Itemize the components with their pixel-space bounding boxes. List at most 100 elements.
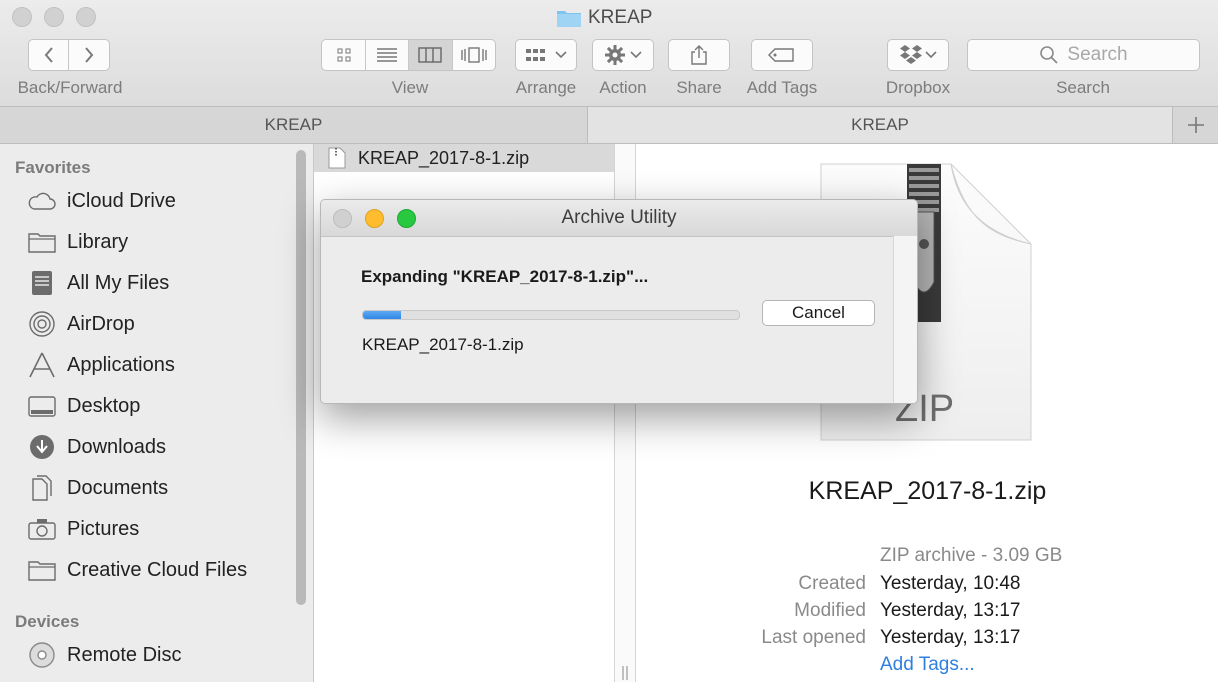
back-forward-control bbox=[28, 39, 110, 71]
list-view-button[interactable] bbox=[366, 40, 409, 70]
add-tags-link[interactable]: Add Tags... bbox=[880, 654, 975, 676]
sidebar-item-label: Creative Cloud Files bbox=[67, 558, 248, 581]
sidebar: Favorites iCloud Drive Library All My Fi… bbox=[0, 144, 314, 682]
icon-grid-icon bbox=[337, 48, 351, 62]
zoom-window-button[interactable] bbox=[76, 7, 96, 27]
column-view-button[interactable] bbox=[408, 40, 453, 70]
new-tab-button[interactable] bbox=[1173, 107, 1218, 143]
expand-progress-bar bbox=[362, 310, 740, 320]
dropbox-label: Dropbox bbox=[885, 78, 951, 97]
dialog-message: Expanding "KREAP_2017-8-1.zip"... bbox=[361, 267, 649, 286]
sidebar-item-icloud-drive[interactable]: iCloud Drive bbox=[26, 183, 176, 219]
files-icon bbox=[26, 269, 58, 297]
close-window-button[interactable] bbox=[12, 7, 32, 27]
sidebar-item-pictures[interactable]: Pictures bbox=[26, 511, 139, 547]
minimize-window-button[interactable] bbox=[44, 7, 64, 27]
folder-icon bbox=[26, 228, 58, 256]
sidebar-item-label: iCloud Drive bbox=[67, 189, 176, 212]
sidebar-item-library[interactable]: Library bbox=[26, 224, 128, 260]
sidebar-item-all-my-files[interactable]: All My Files bbox=[26, 265, 169, 301]
chevron-right-icon bbox=[85, 47, 94, 63]
columns-icon bbox=[418, 47, 442, 63]
cancel-button[interactable]: Cancel bbox=[762, 300, 875, 326]
sidebar-scrollbar[interactable] bbox=[296, 150, 306, 605]
chevron-down-icon bbox=[630, 51, 642, 59]
sidebar-item-desktop[interactable]: Desktop bbox=[26, 388, 140, 424]
dialog-titlebar: Archive Utility bbox=[321, 200, 917, 237]
sidebar-item-creative-cloud-files[interactable]: Creative Cloud Files bbox=[26, 552, 247, 588]
forward-button[interactable] bbox=[69, 40, 109, 70]
applications-icon bbox=[26, 351, 58, 379]
resize-handle-icon bbox=[622, 666, 628, 680]
sidebar-item-label: Documents bbox=[67, 476, 169, 499]
tab-label: KREAP bbox=[851, 115, 909, 134]
sidebar-item-label: Library bbox=[67, 230, 129, 253]
arrange-label: Arrange bbox=[515, 78, 577, 97]
add-tags-button[interactable] bbox=[751, 39, 813, 71]
add-tags-label: Add Tags bbox=[746, 78, 818, 97]
sidebar-item-airdrop[interactable]: AirDrop bbox=[26, 306, 135, 342]
modified-value: Yesterday, 13:17 bbox=[880, 600, 1021, 621]
folder-icon bbox=[557, 11, 581, 27]
modified-label: Modified bbox=[794, 600, 866, 621]
dialog-title: Archive Utility bbox=[561, 207, 677, 228]
tag-icon bbox=[768, 48, 794, 62]
plus-icon bbox=[1187, 117, 1204, 133]
window-title: KREAP bbox=[556, 6, 652, 30]
folder-icon bbox=[26, 556, 58, 584]
chevron-down-icon bbox=[555, 51, 567, 59]
dropbox-icon bbox=[900, 45, 922, 64]
archive-utility-dialog: Archive Utility Expanding "KREAP_2017-8-… bbox=[320, 199, 918, 404]
window-title-text: KREAP bbox=[588, 7, 653, 28]
tab-bar: KREAP KREAP bbox=[0, 107, 1218, 144]
desktop-icon bbox=[26, 392, 58, 420]
arrange-button[interactable] bbox=[515, 39, 577, 71]
sidebar-item-label: Remote Disc bbox=[67, 643, 182, 666]
file-row-selected[interactable]: KREAP_2017-8-1.zip bbox=[314, 144, 614, 172]
gallery-view-button[interactable] bbox=[453, 40, 495, 70]
share-icon bbox=[691, 45, 707, 65]
document-icon bbox=[26, 474, 58, 502]
search-placeholder: Search bbox=[1067, 44, 1128, 65]
sidebar-item-documents[interactable]: Documents bbox=[26, 470, 168, 506]
dropbox-button[interactable] bbox=[887, 39, 949, 71]
download-icon bbox=[26, 433, 58, 461]
sidebar-item-label: AirDrop bbox=[67, 312, 135, 335]
tab-label: KREAP bbox=[264, 115, 323, 134]
sidebar-item-label: All My Files bbox=[67, 271, 170, 294]
action-button[interactable] bbox=[592, 39, 654, 71]
chevron-left-icon bbox=[44, 47, 53, 63]
tab-kreap-2[interactable]: KREAP bbox=[588, 107, 1173, 143]
disc-icon bbox=[26, 641, 58, 669]
camera-icon bbox=[26, 515, 58, 543]
created-value: Yesterday, 10:48 bbox=[880, 573, 1021, 594]
gear-icon bbox=[605, 45, 625, 65]
tab-kreap-1[interactable]: KREAP bbox=[0, 107, 588, 143]
last-opened-label: Last opened bbox=[761, 627, 866, 648]
list-icon bbox=[376, 48, 397, 62]
back-button[interactable] bbox=[29, 40, 70, 70]
sidebar-item-applications[interactable]: Applications bbox=[26, 347, 175, 383]
search-field[interactable]: Search bbox=[967, 39, 1200, 71]
created-label: Created bbox=[798, 573, 866, 594]
sidebar-item-label: Desktop bbox=[67, 394, 141, 417]
dialog-scroll-area bbox=[893, 236, 917, 403]
preview-file-name: KREAP_2017-8-1.zip bbox=[808, 477, 1047, 505]
dialog-file-name: KREAP_2017-8-1.zip bbox=[362, 335, 524, 354]
file-name: KREAP_2017-8-1.zip bbox=[358, 148, 530, 168]
sidebar-item-remote-disc[interactable]: Remote Disc bbox=[26, 637, 181, 673]
sidebar-item-label: Downloads bbox=[67, 435, 166, 458]
back-forward-label: Back/Forward bbox=[17, 78, 123, 97]
search-label: Search bbox=[1056, 78, 1110, 97]
cover-flow-icon bbox=[461, 47, 487, 63]
icon-view-button[interactable] bbox=[322, 40, 367, 70]
favorites-header: Favorites bbox=[15, 158, 91, 177]
chevron-down-icon bbox=[925, 51, 937, 59]
sidebar-item-downloads[interactable]: Downloads bbox=[26, 429, 166, 465]
progress-fill bbox=[363, 311, 401, 319]
view-control bbox=[321, 39, 496, 71]
airdrop-icon bbox=[26, 310, 58, 338]
share-button[interactable] bbox=[668, 39, 730, 71]
share-label: Share bbox=[676, 78, 722, 97]
view-label: View bbox=[391, 78, 429, 97]
